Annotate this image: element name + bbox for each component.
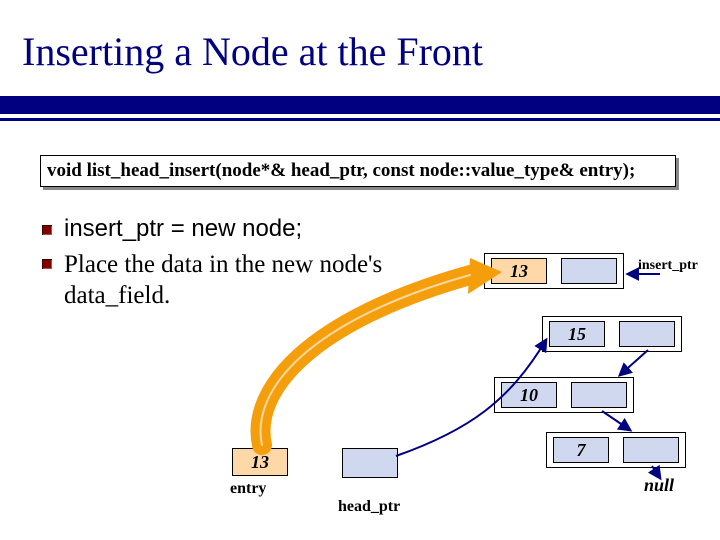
list-node-2: 10 bbox=[494, 377, 634, 413]
node-data: 15 bbox=[549, 321, 605, 347]
insert-ptr-label: insert_ptr bbox=[638, 258, 698, 274]
list-item: Place the data in the new node's data_fi… bbox=[42, 249, 462, 312]
new-node: 13 bbox=[484, 253, 624, 289]
entry-label: entry bbox=[230, 480, 266, 498]
list-node-3: 7 bbox=[546, 432, 686, 468]
slide: Inserting a Node at the Front void list_… bbox=[0, 0, 720, 540]
bullet-icon bbox=[42, 225, 52, 235]
node-next bbox=[571, 382, 627, 408]
null-label: null bbox=[644, 475, 674, 496]
bullet-icon bbox=[42, 259, 52, 269]
code-signature-text: void list_head_insert(node*& head_ptr, c… bbox=[47, 160, 635, 182]
new-node-data: 13 bbox=[491, 258, 547, 284]
title-underline bbox=[0, 96, 720, 122]
node-data: 7 bbox=[553, 437, 609, 463]
arrow-icon bbox=[620, 350, 648, 375]
head-ptr-label: head_ptr bbox=[338, 498, 400, 516]
node-next bbox=[623, 437, 679, 463]
bullet-text: insert_ptr = new node; bbox=[64, 215, 302, 243]
bullet-text: Place the data in the new node's data_fi… bbox=[64, 249, 462, 312]
new-node-next bbox=[561, 258, 617, 284]
head-ptr-box bbox=[342, 448, 398, 478]
page-title: Inserting a Node at the Front bbox=[22, 28, 483, 75]
list-item: insert_ptr = new node; bbox=[42, 215, 462, 243]
bullet-list: insert_ptr = new node; Place the data in… bbox=[42, 215, 462, 318]
code-signature-box: void list_head_insert(node*& head_ptr, c… bbox=[40, 155, 676, 187]
arrow-icon bbox=[602, 411, 630, 430]
entry-box: 13 bbox=[232, 448, 288, 476]
node-data: 10 bbox=[501, 382, 557, 408]
node-next bbox=[619, 321, 675, 347]
list-node-1: 15 bbox=[542, 316, 682, 352]
